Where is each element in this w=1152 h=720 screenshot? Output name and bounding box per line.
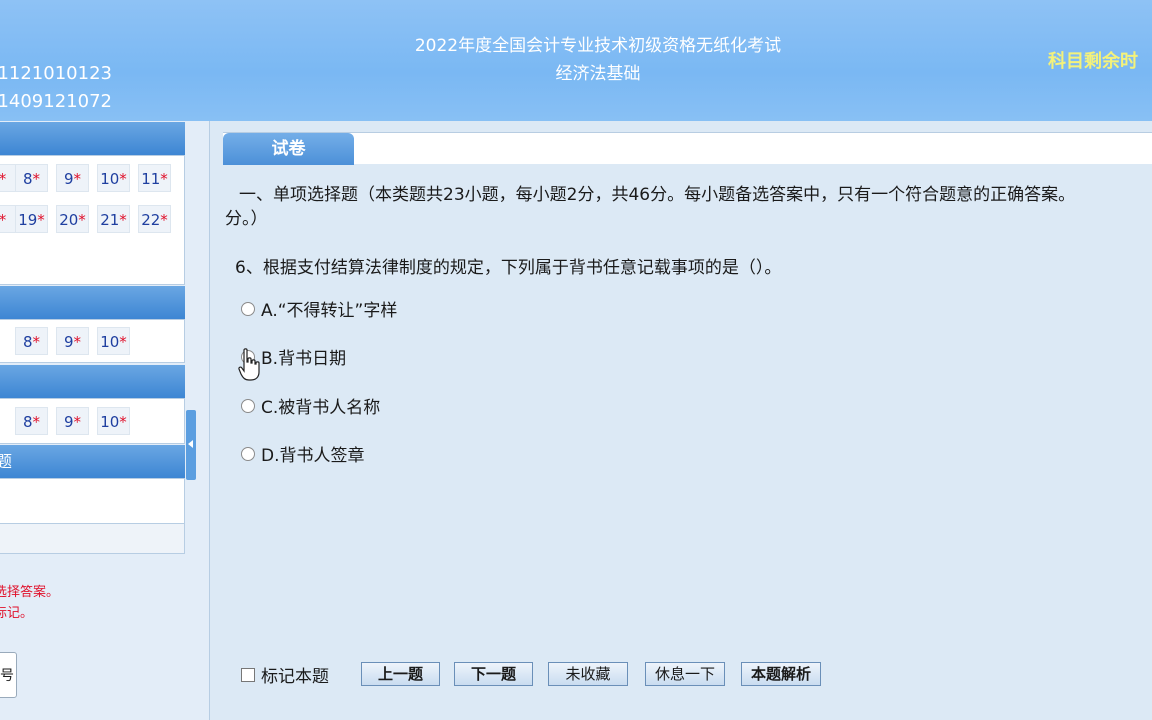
section-instructions: 一、单项选择题（本类题共23小题，每小题2分，共46分。每小题备选答案中，只有一… [225,185,1076,229]
section-footer [0,524,185,554]
mark-question-label: 标记本题 [261,667,329,687]
question-button-9[interactable]: 9* [56,327,89,355]
option-c-radio[interactable] [241,398,255,413]
option-a-label: A.“不得转让”字样 [261,301,398,321]
option-a-radio[interactable] [241,301,255,316]
option-a[interactable]: A.“不得转让”字样 [241,296,397,321]
section-header-4: 题 [0,445,185,478]
exam-header: 11121010123 51409121072 2022年度全国会计专业技术初级… [0,0,1152,121]
sidebar-bottom-button[interactable]: 号 [0,652,17,698]
exam-title: 2022年度全国会计专业技术初级资格无纸化考试 经济法基础 [0,32,1152,88]
section-body-1: * 8* 9* 10* 11* * 19* 20* 21* 22* [0,155,185,285]
mark-question[interactable]: 标记本题 [241,662,329,687]
question-button-20[interactable]: 20* [56,205,89,233]
section-header-1 [0,122,185,155]
question-button-11[interactable]: 11* [138,164,171,192]
next-question-button[interactable]: 下一题 [454,662,533,686]
question-button-8[interactable]: 8* [15,327,48,355]
question-button-19[interactable]: 19* [15,205,48,233]
rest-button[interactable]: 休息一下 [645,662,725,686]
question-button-22[interactable]: 22* [138,205,171,233]
question-button-21[interactable]: 21* [97,205,130,233]
question-stem: 6、根据支付结算法律制度的规定，下列属于背书任意记载事项的是（）。 [235,258,782,278]
option-b-label: B.背书日期 [261,349,347,369]
prev-question-button[interactable]: 上一题 [361,662,440,686]
question-navigator: * 8* 9* 10* 11* * 19* 20* 21* 22* 8* 9* … [0,121,210,720]
section-header-3 [0,365,185,398]
analysis-button[interactable]: 本题解析 [741,662,821,686]
option-c-label: C.被背书人名称 [261,398,381,418]
question-button-10[interactable]: 10* [97,327,130,355]
section-body-2: 8* 9* 10* [0,319,185,363]
hand-cursor-icon [238,348,260,381]
question-button-8[interactable]: 8* [15,407,48,435]
question-button-10[interactable]: 10* [97,407,130,435]
exam-paper-area: 试卷 一、单项选择题（本类题共23小题，每小题2分，共46分。每小题备选答案中，… [211,121,1152,720]
question-button-10[interactable]: 10* [97,164,130,192]
option-d[interactable]: D.背书人签章 [241,441,365,466]
candidate-ticket: 51409121072 [0,91,112,112]
section-header-2 [0,286,185,319]
option-c[interactable]: C.被背书人名称 [241,393,380,418]
hint-line-1: 选择答案。 [0,585,60,600]
option-d-label: D.背书人签章 [261,446,365,466]
exam-subject: 经济法基础 [555,64,641,84]
option-d-radio[interactable] [241,446,255,461]
favorite-button[interactable]: 未收藏 [548,662,628,686]
exam-title-line1: 2022年度全国会计专业技术初级资格无纸化考试 [414,36,782,56]
question-button-8[interactable]: 8* [15,164,48,192]
question-button-9[interactable]: 9* [56,407,89,435]
paper-tab-bar: 试卷 [223,132,1152,165]
collapse-sidebar-handle[interactable] [186,410,196,480]
remaining-time-label: 科目剩余时 [1048,51,1138,72]
section-body-3: 8* 9* 10* [0,398,185,444]
section-body-4 [0,478,185,524]
mark-checkbox[interactable] [241,667,255,682]
hint-line-2: 标记。 [0,606,34,621]
tab-paper[interactable]: 试卷 [223,133,354,165]
question-button-9[interactable]: 9* [56,164,89,192]
